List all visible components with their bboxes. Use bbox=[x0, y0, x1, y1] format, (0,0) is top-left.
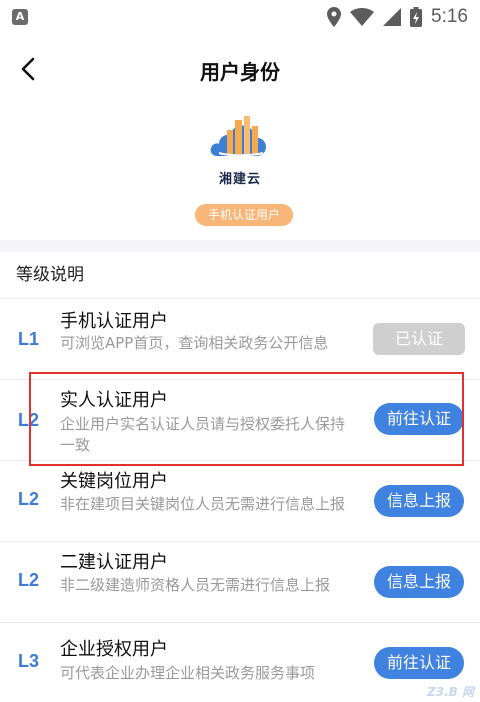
item-title: 企业授权用户 bbox=[60, 639, 168, 660]
verified-button: 已认证 bbox=[373, 323, 465, 355]
signal-icon bbox=[383, 8, 402, 26]
item-title: 手机认证用户 bbox=[60, 311, 168, 332]
level-label: L2 bbox=[18, 570, 40, 590]
level-label: L1 bbox=[18, 329, 40, 349]
status-bar: A 5:16 bbox=[0, 0, 480, 34]
list-item-second-class-builder: L2 二建认证用户 非二级建造师资格人员无需进行信息上报 信息上报 bbox=[0, 542, 480, 622]
item-desc: 非在建项目关键岗位人员无需进行信息上报 bbox=[60, 495, 346, 513]
page-title: 用户身份 bbox=[200, 60, 280, 84]
list-item-phone-verified: L1 手机认证用户 可浏览APP首页，查询相关政务公开信息 已认证 bbox=[0, 299, 480, 379]
highlight-box bbox=[29, 372, 464, 466]
item-desc: 可代表企业办理企业相关政务服务事项 bbox=[60, 664, 316, 682]
level-description-section: 等级说明 L1 手机认证用户 可浏览APP首页，查询相关政务公开信息 已认证 L… bbox=[0, 252, 480, 702]
list-item-enterprise-authorized: L3 企业授权用户 可代表企业办理企业相关政务服务事项 前往认证 bbox=[0, 623, 480, 702]
item-desc: 可浏览APP首页，查询相关政务公开信息 bbox=[60, 334, 329, 352]
current-level-badge: 手机认证用户 bbox=[195, 204, 293, 226]
level-label: L2 bbox=[18, 489, 40, 509]
level-label: L3 bbox=[18, 651, 40, 671]
item-desc: 非二级建造师资格人员无需进行信息上报 bbox=[60, 576, 331, 594]
item-title: 二建认证用户 bbox=[60, 552, 168, 573]
watermark: Z3.B 网 bbox=[427, 685, 474, 699]
battery-icon bbox=[410, 7, 423, 27]
section-title: 等级说明 bbox=[16, 265, 84, 285]
list-item-key-position: L2 关键岗位用户 非在建项目关键岗位人员无需进行信息上报 信息上报 bbox=[0, 461, 480, 541]
app-notification-icon: A bbox=[12, 9, 28, 25]
status-icons: 5:16 bbox=[327, 6, 468, 28]
logo-text: 湘建云 bbox=[218, 172, 261, 187]
item-title: 关键岗位用户 bbox=[60, 471, 168, 492]
info-report-button[interactable]: 信息上报 bbox=[374, 566, 464, 598]
info-report-button[interactable]: 信息上报 bbox=[374, 485, 464, 517]
location-icon bbox=[327, 7, 342, 27]
clock: 5:16 bbox=[431, 6, 468, 27]
profile-header: 用户身份 湘建云 手机认证用户 bbox=[0, 34, 480, 240]
wifi-icon bbox=[350, 8, 375, 26]
go-verify-button[interactable]: 前往认证 bbox=[374, 647, 464, 679]
app-logo-icon bbox=[210, 116, 268, 163]
